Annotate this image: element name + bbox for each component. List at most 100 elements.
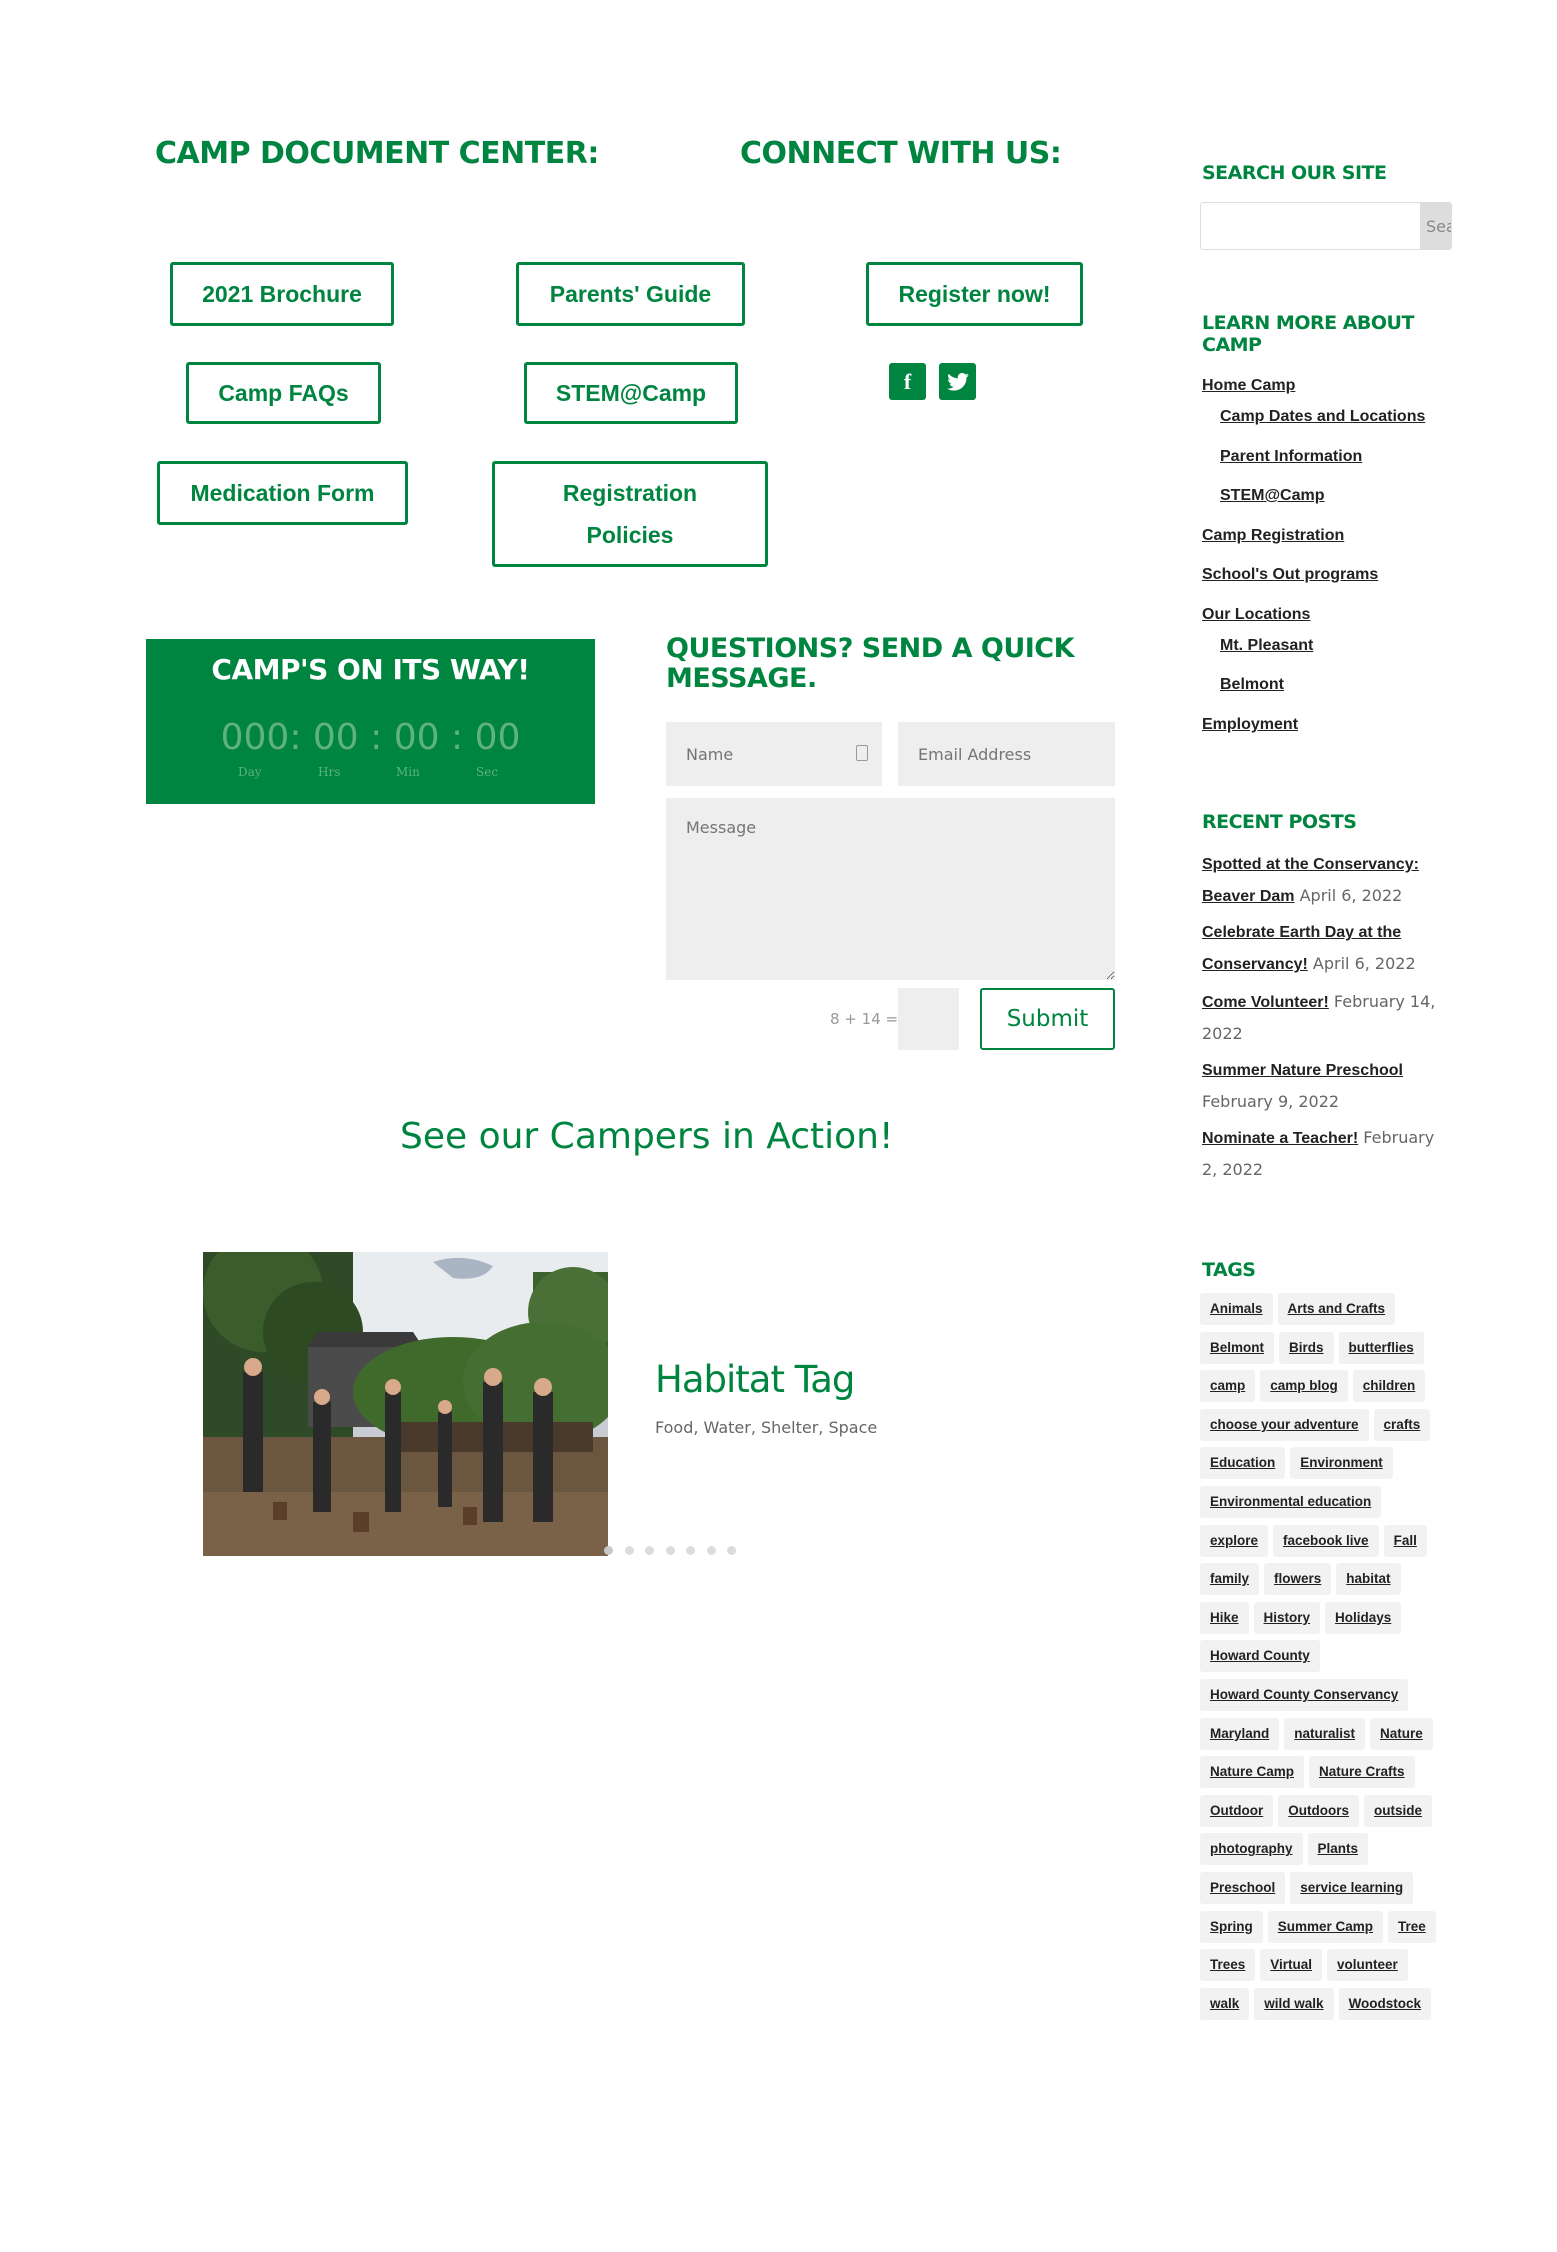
contact-heading: Questions? Send a quick message. [666,633,1075,694]
slider-dot[interactable] [645,1546,654,1555]
slider-dot[interactable] [624,1546,634,1555]
tag-row: Environmental education [1200,1486,1382,1518]
sidebar-link[interactable]: Parent Information [1220,448,1362,466]
tag-link[interactable]: Howard County Conservancy [1200,1679,1409,1711]
tag-link[interactable]: Trees [1200,1949,1256,1982]
tag-link[interactable]: habitat [1336,1563,1401,1596]
tag-link[interactable]: Arts and Crafts [1277,1293,1396,1325]
tag-link[interactable]: Outdoor [1200,1794,1274,1827]
tag-link[interactable]: Hike [1200,1601,1249,1634]
tag-link[interactable]: wild walk [1254,1987,1334,2020]
tag-row: Hike History Holidays [1200,1601,1402,1634]
slide-caption: Food, Water, Shelter, Space [655,1418,878,1437]
captcha-input[interactable] [898,988,959,1050]
tag-link[interactable]: Woodstock [1338,1987,1432,2020]
submit-button[interactable]: Submit [980,988,1115,1050]
sidebar-link[interactable]: Mt. Pleasant [1220,637,1313,655]
search-input[interactable] [1201,203,1420,249]
tag-link[interactable]: crafts [1373,1408,1431,1441]
tag-link[interactable]: Nature Camp [1200,1756,1305,1789]
medication-form-button[interactable]: Medication Form [157,461,408,525]
email-input[interactable] [898,722,1115,786]
tag-link[interactable]: Summer Camp [1267,1910,1384,1943]
message-textarea[interactable] [666,798,1115,980]
tag-link[interactable]: outside [1364,1794,1433,1827]
tag-row: Preschool service learning [1200,1872,1414,1904]
name-field-wrapper [666,722,882,786]
tag-link[interactable]: butterflies [1338,1331,1424,1364]
tag-link[interactable]: family [1200,1563,1260,1596]
brochure-button[interactable]: 2021 Brochure [170,262,394,326]
slider-dot[interactable] [727,1546,736,1555]
countdown-timer: Camp's on its way! 000: 00 : 00 : 00 Day… [146,639,595,804]
tag-link[interactable]: walk [1200,1987,1250,2020]
tag-row: Howard County Conservancy [1200,1679,1409,1711]
sidebar-link[interactable]: Camp Registration [1202,527,1344,545]
slider-heading: See our Campers in Action! [400,1116,894,1157]
tag-row: photography Plants [1200,1833,1369,1866]
tag-link[interactable]: Howard County [1200,1640,1320,1673]
recent-post-link[interactable]: Nominate a Teacher! [1202,1130,1358,1147]
tag-link[interactable]: explore [1200,1524,1269,1557]
tag-link[interactable]: Preschool [1200,1872,1286,1904]
tag-link[interactable]: Spring [1200,1910,1263,1943]
tag-link[interactable]: children [1352,1370,1426,1403]
slide-image [203,1252,608,1556]
tag-link[interactable]: choose your adventure [1200,1408,1369,1441]
recent-post-link[interactable]: Summer Nature Preschool [1202,1062,1403,1079]
tag-link[interactable]: camp [1200,1370,1256,1403]
countdown-hours: 00 [312,717,359,758]
contact-card-icon [856,745,868,761]
tag-link[interactable]: Holidays [1325,1601,1402,1634]
recent-post-date: April 6, 2022 [1312,954,1416,973]
registration-policies-button[interactable]: Registration Policies [492,461,768,567]
tag-link[interactable]: Virtual [1260,1949,1323,1982]
sidebar-link[interactable]: Home Camp [1202,377,1295,395]
recent-post-link[interactable]: Come Volunteer! [1202,994,1329,1011]
tag-link[interactable]: Maryland [1200,1717,1280,1750]
tag-link[interactable]: facebook live [1273,1524,1379,1557]
twitter-link[interactable] [939,363,976,400]
countdown-seconds: 00 [474,717,521,758]
sidebar-link[interactable]: Employment [1202,716,1298,734]
tag-link[interactable]: Belmont [1200,1331,1274,1364]
slider-dot[interactable] [665,1546,675,1555]
search-button[interactable]: Search [1420,203,1451,249]
facebook-icon: f [903,368,912,394]
tag-link[interactable]: Birds [1279,1331,1334,1364]
tag-link[interactable]: flowers [1264,1563,1332,1596]
tag-link[interactable]: Environmental education [1200,1486,1382,1518]
tag-link[interactable]: Nature [1370,1717,1433,1750]
slider-dot[interactable] [706,1546,716,1555]
slider-dot[interactable] [604,1546,613,1555]
tag-link[interactable]: Plants [1307,1833,1369,1866]
stem-camp-button[interactable]: STEM@Camp [524,362,738,424]
tag-link[interactable]: photography [1200,1833,1303,1866]
name-input[interactable] [666,722,882,786]
tag-link[interactable]: History [1253,1601,1321,1634]
sidebar-link[interactable]: Camp Dates and Locations [1220,408,1425,426]
tag-link[interactable]: camp blog [1260,1370,1348,1403]
tag-link[interactable]: naturalist [1284,1717,1366,1750]
sidebar-link[interactable]: School's Out programs [1202,566,1378,584]
sidebar-link[interactable]: STEM@Camp [1220,487,1325,505]
tag-link[interactable]: Animals [1200,1293,1273,1325]
tag-link[interactable]: Education [1200,1447,1286,1480]
countdown-label-day: Day [238,765,262,779]
tag-link[interactable]: volunteer [1327,1949,1408,1982]
sidebar-link[interactable]: Belmont [1220,676,1284,694]
countdown-values: 000: 00 : 00 : 00 [220,717,521,758]
tag-link[interactable]: Outdoors [1278,1794,1359,1827]
sidebar-link[interactable]: Our Locations [1202,606,1310,624]
tag-link[interactable]: service learning [1290,1872,1414,1904]
tag-link[interactable]: Nature Crafts [1309,1756,1415,1789]
slider-dot[interactable] [686,1546,695,1555]
camp-faqs-button[interactable]: Camp FAQs [186,362,381,424]
tag-link[interactable]: Tree [1388,1910,1436,1943]
register-now-button[interactable]: Register now! [866,262,1083,326]
tag-link[interactable]: Fall [1383,1524,1427,1557]
tags-heading: Tags [1202,1259,1256,1281]
facebook-link[interactable]: f [889,363,926,400]
tag-link[interactable]: Environment [1290,1447,1393,1480]
parents-guide-button[interactable]: Parents' Guide [516,262,745,326]
